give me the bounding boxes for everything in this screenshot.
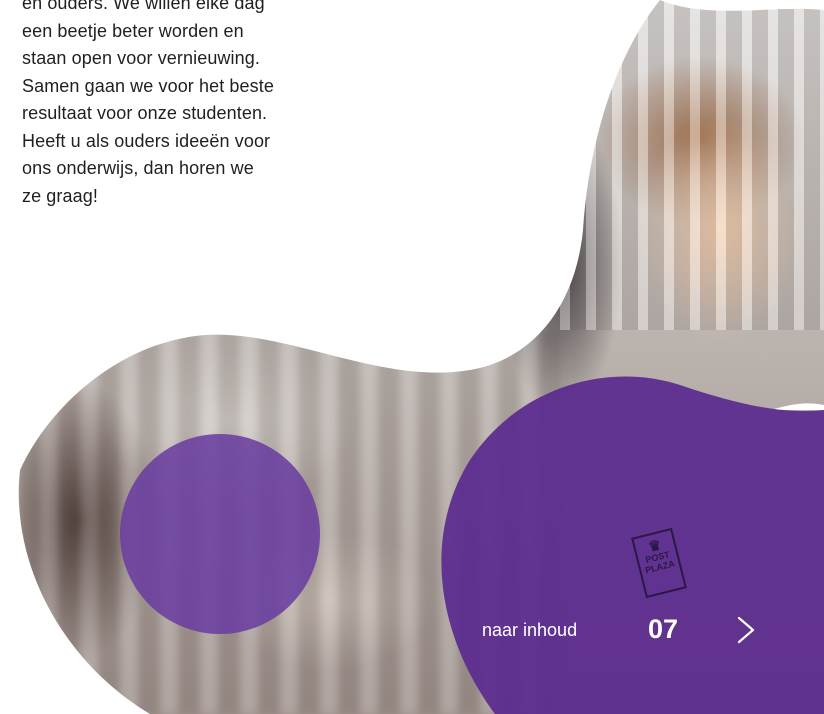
page-canvas: en ouders. We willen elke dag een beetje… <box>0 0 824 714</box>
intro-line: staan open voor vernieuwing. <box>22 48 260 68</box>
logo-text: POST PLAZA <box>644 549 676 576</box>
table-of-contents-link[interactable]: naar inhoud <box>482 618 577 642</box>
intro-line: en ouders. We willen elke dag <box>22 0 265 13</box>
purple-circle-decoration <box>120 434 320 634</box>
white-top-right <box>660 0 824 11</box>
intro-paragraph: en ouders. We willen elke dag een beetje… <box>22 0 342 210</box>
intro-line: resultaat voor onze studenten. <box>22 103 268 123</box>
intro-line: ons onderwijs, dan horen we <box>22 158 254 178</box>
intro-line: ze graag! <box>22 185 98 206</box>
page-number: 07 <box>648 614 679 644</box>
white-right-corner <box>770 403 824 410</box>
intro-line: een beetje beter worden en <box>22 20 244 41</box>
intro-line: Heeft u als ouders ideeën voor <box>22 130 271 151</box>
chevron-right-icon <box>737 616 755 644</box>
intro-line: Samen gaan we voor het beste <box>22 75 274 96</box>
next-page-button[interactable] <box>730 612 764 648</box>
